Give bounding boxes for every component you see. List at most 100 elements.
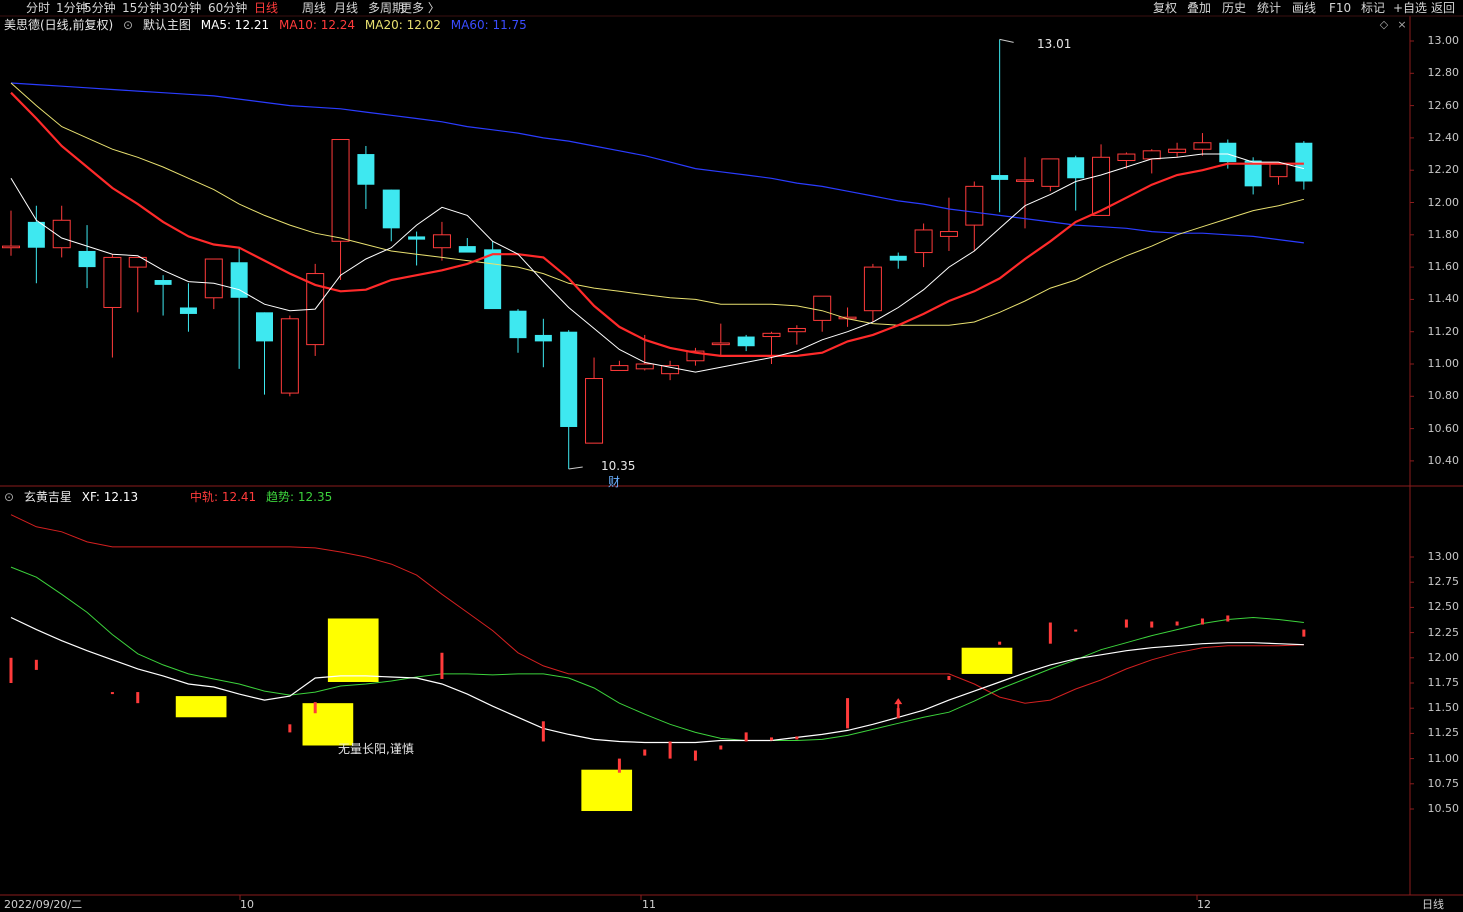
sub-tick: 11.00 [1427,751,1460,765]
ma10-line [10,91,1304,357]
low-price-label: 10.35 [601,459,636,473]
high-price-label: 13.01 [1037,37,1072,51]
candle-down [560,331,578,427]
signal-bar [34,659,38,670]
signal-bar [795,736,799,740]
candle-up [204,258,223,299]
sub-tick: 11.50 [1427,701,1460,715]
signal-bar [1302,629,1306,637]
candle-up [432,234,451,249]
candle-down [230,262,248,298]
signal-bar [998,641,1002,645]
main-tick: 11.40 [1427,292,1460,306]
signal-bar [744,732,748,742]
signal-box [327,618,379,682]
candle-down [1067,157,1085,179]
signal-bar [846,698,850,729]
month-tick-12: 12 [1197,898,1211,911]
candle-up [331,139,350,242]
high-marker [999,38,1014,43]
candle-down [179,307,197,314]
main-tick: 10.80 [1427,389,1460,403]
candle-down [357,154,375,185]
sub-tick: 12.25 [1427,625,1460,639]
main-tick: 12.00 [1427,195,1460,209]
signal-bar [617,758,621,773]
candle-up [610,365,629,371]
sub-tick: 10.75 [1427,776,1460,790]
low-marker [568,466,583,470]
main-tick: 12.40 [1427,130,1460,144]
signal-bar [947,675,951,680]
candle-down [889,255,907,261]
signal-bar [136,692,140,704]
candle-down [458,246,476,253]
main-tick: 12.20 [1427,163,1460,177]
signal-box [581,769,633,812]
signal-bar [110,692,114,695]
main-tick: 12.60 [1427,98,1460,112]
candle-up [1041,158,1060,187]
kline-chart[interactable] [0,0,1463,912]
candle-down [509,310,527,339]
xf-line [10,616,1304,744]
candle-up [280,318,299,394]
candle-down [991,175,1009,180]
sub-tick: 12.75 [1427,575,1460,589]
candle-up [787,327,806,333]
period-footer-label: 日线 [1422,898,1444,911]
financial-report-marker[interactable]: 财 [608,473,620,490]
signal-bar [693,750,697,761]
signal-bar [440,652,444,679]
candle-down [1219,142,1237,163]
main-tick: 11.80 [1427,227,1460,241]
sub-tick: 12.00 [1427,650,1460,664]
candle-up [1142,150,1161,160]
candle-down [534,334,552,342]
sub-tick: 12.50 [1427,600,1460,614]
signal-bar [9,657,13,683]
candle-down [484,249,502,310]
month-tick-10: 10 [240,898,254,911]
candle-up [2,245,20,249]
candle-up [1016,179,1034,182]
signal-box [961,647,1013,674]
candle-down [382,189,400,229]
signal-bar [770,737,773,741]
zhonggui-line [10,514,1304,704]
signal-bar [1175,621,1179,626]
signal-bar [668,741,672,759]
main-tick: 11.60 [1427,260,1460,274]
candle-up [965,185,984,226]
candle-down [737,336,755,347]
candle-up [1269,163,1288,178]
candle-up [1117,153,1136,162]
candle-up [585,378,604,444]
candle-up [711,342,730,346]
start-date-label: 2022/09/20/二 [4,898,83,911]
volume-warning-annotation: 无量长阳,谨慎 [338,742,414,756]
candle-down [1295,142,1313,182]
candle-up [1193,142,1212,150]
candle-up [914,229,933,254]
candle-up [863,266,882,312]
candle-up [1168,148,1187,153]
main-tick: 10.60 [1427,421,1460,435]
main-tick: 10.40 [1427,453,1460,467]
signal-bar [288,724,292,733]
signal-bar [1226,615,1230,622]
candle-up [103,256,122,308]
main-tick: 12.80 [1427,66,1460,80]
signal-box [175,696,227,718]
candle-down [78,250,96,268]
candle-up [939,231,958,237]
main-tick: 13.00 [1427,34,1460,47]
candle-up [635,363,654,370]
candle-down [256,312,273,342]
sub-tick: 13.00 [1427,550,1460,563]
main-tick: 11.00 [1427,357,1460,370]
signal-bar [541,721,545,742]
signal-bar [719,745,723,750]
signal-bar [313,702,317,714]
month-tick-11: 11 [642,898,656,911]
